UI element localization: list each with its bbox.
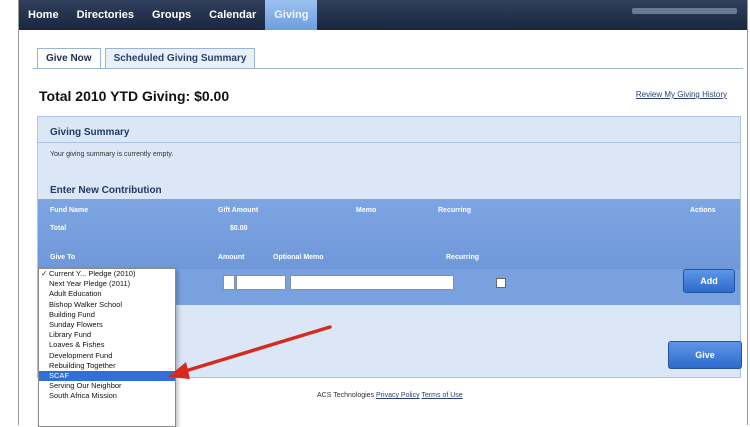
annotation-arrow-icon [168,325,332,379]
